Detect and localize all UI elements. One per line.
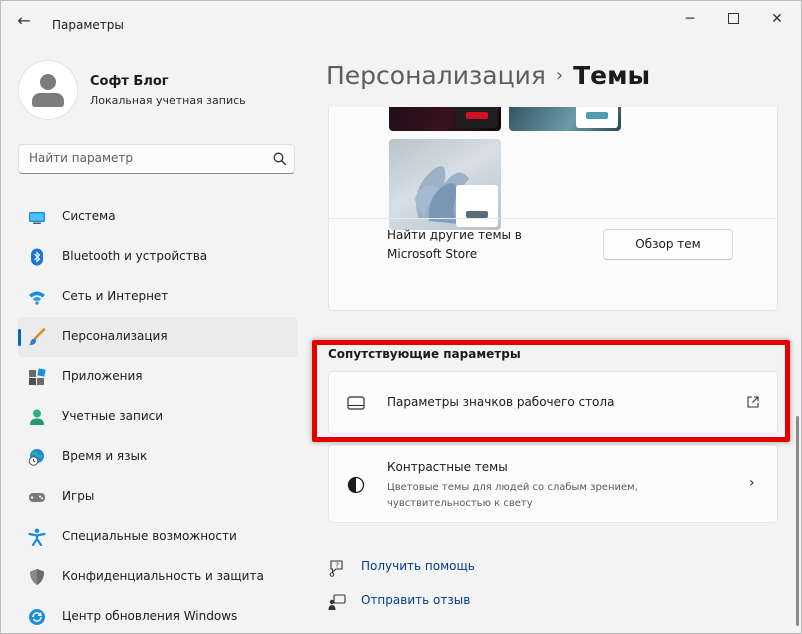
browse-themes-button[interactable]: Обзор тем (603, 229, 733, 260)
app-title: Параметры (52, 18, 124, 32)
theme-tile-bloom[interactable] (389, 139, 501, 230)
bluetooth-icon (31, 248, 43, 266)
sidebar-item-label: Время и язык (62, 449, 148, 463)
monitor-icon (29, 212, 45, 224)
search-box[interactable] (18, 144, 295, 174)
feedback-icon (328, 594, 346, 610)
sidebar-item-label: Конфиденциальность и защита (62, 569, 264, 583)
update-icon (29, 609, 45, 625)
sidebar-item-network[interactable]: Сеть и Интернет (18, 277, 298, 317)
theme-swatch (576, 107, 618, 128)
themes-card: Найти другие темы в Microsoft Store Обзо… (328, 107, 778, 311)
svg-text:?: ? (335, 562, 339, 570)
breadcrumb: Персонализация › Темы (326, 61, 650, 90)
shield-icon (30, 569, 44, 585)
avatar-head (40, 74, 56, 90)
sidebar-item-accounts[interactable]: Учетные записи (18, 397, 298, 437)
sidebar-item-label: Система (62, 209, 116, 223)
theme-tile-teal[interactable] (509, 107, 621, 131)
maximize-icon (727, 13, 739, 24)
back-arrow-icon[interactable]: ← (15, 13, 33, 31)
sidebar-item-windows-update[interactable]: Центр обновления Windows (18, 597, 298, 633)
sidebar-item-bluetooth[interactable]: Bluetooth и устройства (18, 237, 298, 277)
breadcrumb-parent[interactable]: Персонализация (326, 61, 546, 90)
chevron-right-icon: › (555, 65, 564, 86)
settings-window: ← Параметры ─ ✕ Софт Блог Локальная учет… (0, 0, 802, 634)
sidebar-item-label: Приложения (62, 369, 143, 383)
globe-clock-icon (28, 449, 44, 466)
highlight-frame (312, 340, 790, 442)
search-input[interactable] (29, 151, 259, 165)
apps-icon (29, 368, 46, 385)
sidebar-item-label: Персонализация (62, 329, 168, 343)
close-button[interactable]: ✕ (765, 9, 789, 29)
theme-swatch (456, 185, 498, 227)
chevron-right-icon: › (749, 475, 755, 491)
sidebar-item-system[interactable]: Система (18, 197, 298, 237)
maximize-button[interactable] (721, 9, 745, 29)
wifi-icon (29, 291, 45, 305)
contrast-themes-description: Цветовые темы для людей со слабым зрение… (387, 482, 638, 509)
page-title: Темы (573, 61, 651, 90)
gamepad-icon (29, 493, 45, 502)
sidebar-item-apps[interactable]: Приложения (18, 357, 298, 397)
help-icon: ? (329, 560, 343, 577)
store-themes-text: Найти другие темы в Microsoft Store (387, 228, 522, 261)
brush-icon (29, 328, 46, 346)
avatar-body (32, 93, 64, 107)
sidebar-item-gaming[interactable]: Игры (18, 477, 298, 517)
sidebar-item-label: Сеть и Интернет (62, 289, 169, 303)
sidebar-item-label: Bluetooth и устройства (62, 249, 208, 263)
contrast-icon (347, 476, 365, 494)
person-icon (30, 409, 44, 425)
account-type: Локальная учетная запись (90, 94, 246, 107)
sidebar-item-personalization[interactable]: Персонализация (18, 317, 298, 357)
sidebar-item-label: Учетные записи (62, 409, 164, 423)
avatar[interactable] (18, 60, 78, 120)
scrollbar[interactable] (796, 416, 799, 626)
accessibility-icon (28, 528, 46, 546)
contrast-themes-row[interactable]: Контрастные темы Цветовые темы для людей… (328, 444, 778, 523)
contrast-themes-title: Контрастные темы (387, 460, 508, 474)
sidebar-item-accessibility[interactable]: Специальные возможности (18, 517, 298, 557)
sidebar-nav: Система Bluetooth и устройства Сеть и Ин… (18, 197, 298, 633)
user-name: Софт Блог (90, 74, 169, 89)
feedback-link[interactable]: Отправить отзыв (361, 593, 470, 607)
search-icon[interactable] (272, 151, 288, 167)
sidebar-item-label: Игры (62, 489, 95, 503)
title-bar: ← Параметры ─ ✕ (1, 1, 801, 37)
divider (329, 218, 777, 219)
sidebar-item-privacy[interactable]: Конфиденциальность и защита (18, 557, 298, 597)
sidebar-item-label: Центр обновления Windows (62, 609, 238, 623)
theme-swatch (456, 107, 498, 128)
theme-tile-dark[interactable] (389, 107, 501, 131)
sidebar-item-time-language[interactable]: Время и язык (18, 437, 298, 477)
minimize-button[interactable]: ─ (678, 9, 702, 29)
get-help-link[interactable]: Получить помощь (361, 559, 475, 573)
sidebar-item-label: Специальные возможности (62, 529, 237, 543)
